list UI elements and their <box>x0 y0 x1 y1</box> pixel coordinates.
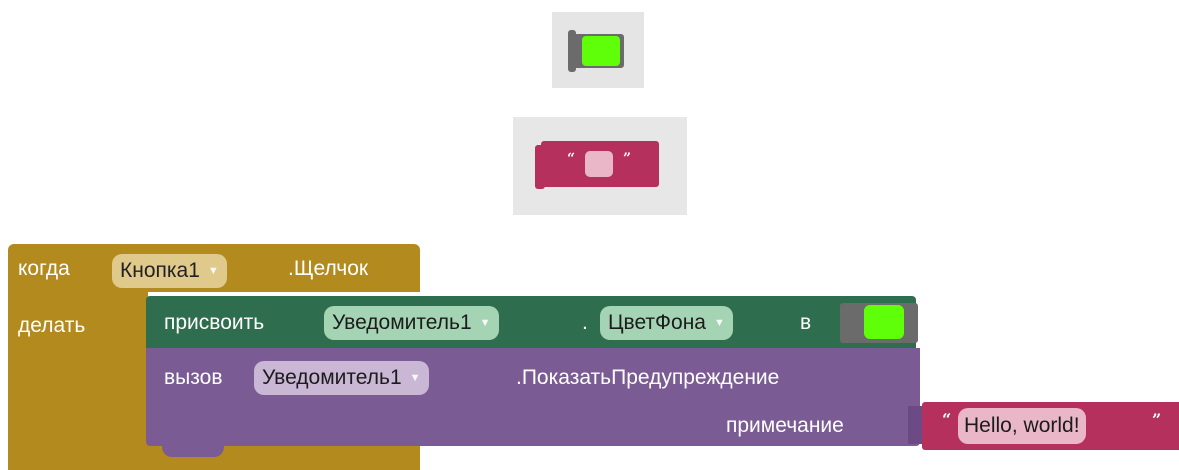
open-quote: “ <box>567 151 576 167</box>
set-label: присвоить <box>164 311 265 334</box>
close-quote: ” <box>623 151 632 167</box>
call-component-name: Уведомитель1 <box>262 366 402 389</box>
event-name: .Щелчок <box>288 257 369 280</box>
to-label: в <box>800 311 812 334</box>
set-component-dropdown[interactable]: Уведомитель1 ▼ <box>324 306 499 340</box>
dropdown-arrow-icon: ▼ <box>479 317 491 329</box>
text-block-preview-tile[interactable]: “ ” <box>513 117 687 215</box>
color-swatch-green <box>582 36 620 66</box>
color-swatch-green[interactable] <box>864 305 904 339</box>
do-label: делать <box>18 314 86 337</box>
text-value: Hello, world! <box>964 414 1080 437</box>
property-name: ЦветФона <box>608 311 706 334</box>
dropdown-arrow-icon: ▼ <box>713 317 725 329</box>
call-label: вызов <box>164 366 223 389</box>
event-component-name: Кнопка1 <box>120 259 200 282</box>
text-value-field[interactable]: Hello, world! <box>958 408 1086 444</box>
call-component-dropdown[interactable]: Уведомитель1 ▼ <box>254 361 429 395</box>
method-name: .ПоказатьПредупреждение <box>516 366 780 389</box>
color-block-preview-tile[interactable] <box>552 12 644 88</box>
dropdown-arrow-icon: ▼ <box>207 265 219 277</box>
property-dropdown[interactable]: ЦветФона ▼ <box>600 306 733 340</box>
call-block-bottom-notch <box>162 445 224 457</box>
set-component-name: Уведомитель1 <box>332 311 472 334</box>
open-quote: “ <box>942 410 952 429</box>
dot-separator: . <box>582 311 588 334</box>
dropdown-arrow-icon: ▼ <box>409 372 421 384</box>
when-label: когда <box>18 257 70 280</box>
param-label: примечание <box>726 414 844 437</box>
close-quote: ” <box>1152 410 1162 429</box>
event-component-dropdown[interactable]: Кнопка1 ▼ <box>112 254 227 288</box>
empty-text-field[interactable] <box>585 151 613 177</box>
